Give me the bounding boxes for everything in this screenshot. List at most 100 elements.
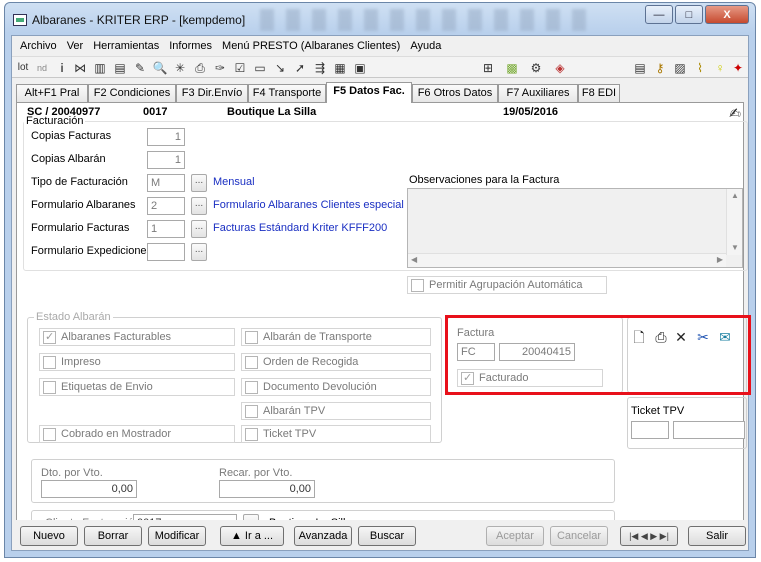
menu-ayuda[interactable]: Ayuda	[406, 40, 447, 52]
menu-informes[interactable]: Informes	[165, 40, 218, 52]
minimize-button[interactable]: —	[645, 5, 673, 24]
impreso-checkbox[interactable]	[43, 356, 56, 369]
record-navigation[interactable]: |◀ ◀ ▶ ▶|	[620, 526, 678, 546]
key-icon[interactable]: ⚷	[652, 60, 668, 76]
menu-presto[interactable]: Menú PRESTO (Albaranes Clientes)	[218, 40, 406, 52]
merge-icon[interactable]: ⋈	[72, 60, 88, 76]
form-expediciones-input[interactable]	[147, 243, 185, 261]
preview-icon[interactable]: 🔍	[152, 60, 168, 76]
tab-datos-fac[interactable]: F5 Datos Fac.	[326, 82, 412, 103]
client-name: Boutique La Silla	[227, 106, 317, 118]
orden-recogida-label: Orden de Recogida	[263, 356, 359, 368]
documento-devolucion-checkbox[interactable]	[245, 381, 258, 394]
gear-icon[interactable]: ⚙	[528, 60, 544, 76]
ticket-tpv-title: Ticket TPV	[631, 405, 685, 417]
spreadsheet-icon[interactable]: ▤	[632, 60, 648, 76]
form-albaranes-desc: Formulario Albaranes Clientes especial	[213, 199, 404, 211]
agrupacion-checkbox[interactable]	[411, 279, 424, 292]
clipboard-icon[interactable]: ▨	[672, 60, 688, 76]
scroll-up-icon[interactable]: ▲	[731, 191, 739, 200]
form-expediciones-lookup-button[interactable]: ...	[191, 243, 207, 261]
avanzada-button[interactable]: Avanzada	[294, 526, 352, 546]
bulb-icon[interactable]: ♀	[712, 60, 728, 76]
buscar-button[interactable]: Buscar	[358, 526, 416, 546]
copias-albaran-input[interactable]: 1	[147, 151, 185, 169]
pen-icon[interactable]: ✎	[132, 60, 148, 76]
star-icon[interactable]: ✳	[172, 60, 188, 76]
cursor-icon[interactable]: ↘	[272, 60, 288, 76]
albaran-transporte-checkbox[interactable]	[245, 331, 258, 344]
tag-icon[interactable]: ◈	[552, 60, 568, 76]
hierarchy-icon[interactable]: ⊞	[480, 60, 496, 76]
ticket-numero-input[interactable]	[673, 421, 745, 439]
copias-albaran-label: Copias Albarán	[31, 153, 106, 165]
scroll-down-icon[interactable]: ▼	[731, 243, 739, 252]
info-icon[interactable]: i	[54, 60, 70, 76]
observaciones-textarea[interactable]: ▲ ▼ ◀ ▶	[407, 188, 743, 268]
client-area: Archivo Ver Herramientas Informes Menú P…	[11, 35, 751, 551]
close-button[interactable]: X	[705, 5, 749, 24]
menu-archivo[interactable]: Archivo	[16, 40, 63, 52]
copias-facturas-input[interactable]: 1	[147, 128, 185, 146]
modificar-button[interactable]: Modificar	[148, 526, 206, 546]
lot-icon[interactable]: lot	[16, 60, 30, 76]
form-albaranes-label: Formulario Albaranes	[31, 199, 136, 211]
tab-otros-datos[interactable]: F6 Otros Datos	[412, 84, 498, 102]
tipo-facturacion-lookup-button[interactable]: ...	[191, 174, 207, 192]
form-facturas-label: Formulario Facturas	[31, 222, 130, 234]
tab-condiciones[interactable]: F2 Condiciones	[88, 84, 176, 102]
window-icon[interactable]: ▭	[252, 60, 268, 76]
nd-icon[interactable]: nd	[34, 60, 50, 76]
tab-pral[interactable]: Alt+F1 Pral	[16, 84, 88, 102]
copias-facturas-label: Copias Facturas	[31, 130, 112, 142]
etiquetas-checkbox[interactable]	[43, 381, 56, 394]
albaran-tpv-checkbox[interactable]	[245, 405, 258, 418]
title-bar[interactable]: Albaranes - KRITER ERP - [kempdemo] — □ …	[5, 3, 755, 35]
tree-icon[interactable]: ▥	[92, 60, 108, 76]
cancelar-button[interactable]: Cancelar	[550, 526, 608, 546]
dto-vto-label: Dto. por Vto.	[41, 467, 103, 479]
tipo-facturacion-input[interactable]: M	[147, 174, 185, 192]
ir-a-button[interactable]: ▲ Ir a ...	[220, 526, 284, 546]
tab-dir-envio[interactable]: F3 Dir.Envío	[176, 84, 248, 102]
menu-herramientas[interactable]: Herramientas	[89, 40, 165, 52]
notes-icon[interactable]: ✍	[727, 105, 743, 121]
menu-ver[interactable]: Ver	[63, 40, 90, 52]
grid-icon[interactable]: ▦	[332, 60, 348, 76]
nuevo-button[interactable]: Nuevo	[20, 526, 78, 546]
form-icon[interactable]: ☑	[232, 60, 248, 76]
image-icon[interactable]: ▩	[504, 60, 520, 76]
clip-icon[interactable]: ⌇	[692, 60, 708, 76]
arrow-icon[interactable]: ➚	[292, 60, 308, 76]
maximize-button[interactable]: □	[675, 5, 703, 24]
tab-auxiliares[interactable]: F7 Auxiliares	[498, 84, 578, 102]
cobrado-checkbox[interactable]	[43, 428, 56, 441]
scroll-right-icon[interactable]: ▶	[717, 255, 723, 264]
borrar-button[interactable]: Borrar	[84, 526, 142, 546]
print-icon[interactable]: ⎙	[192, 60, 208, 76]
observaciones-label: Observaciones para la Factura	[409, 174, 560, 186]
aceptar-button[interactable]: Aceptar	[486, 526, 544, 546]
panel-icon[interactable]: ▣	[352, 60, 368, 76]
ticket-tpv-checkbox[interactable]	[245, 428, 258, 441]
app-window: Albaranes - KRITER ERP - [kempdemo] — □ …	[4, 2, 756, 558]
albaranes-facturables-checkbox[interactable]	[43, 330, 56, 344]
orden-recogida-checkbox[interactable]	[245, 356, 258, 369]
tab-transporte[interactable]: F4 Transporte	[248, 84, 326, 102]
form-facturas-lookup-button[interactable]: ...	[191, 220, 207, 238]
chart-icon[interactable]: ▤	[112, 60, 128, 76]
salir-button[interactable]: Salir	[688, 526, 746, 546]
form-facturas-input[interactable]: 1	[147, 220, 185, 238]
flow-icon[interactable]: ⇶	[312, 60, 328, 76]
form-albaranes-input[interactable]: 2	[147, 197, 185, 215]
ticket-serie-input[interactable]	[631, 421, 669, 439]
form-albaranes-lookup-button[interactable]: ...	[191, 197, 207, 215]
red-icon[interactable]: ✦	[730, 60, 746, 76]
scroll-left-icon[interactable]: ◀	[411, 255, 417, 264]
observaciones-hscrollbar[interactable]: ◀ ▶	[408, 253, 726, 267]
dto-vto-input[interactable]: 0,00	[41, 480, 137, 498]
observaciones-vscrollbar[interactable]: ▲ ▼	[726, 189, 742, 255]
tab-edi[interactable]: F8 EDI	[578, 84, 620, 102]
pin-icon[interactable]: ✑	[212, 60, 228, 76]
recar-vto-input[interactable]: 0,00	[219, 480, 315, 498]
